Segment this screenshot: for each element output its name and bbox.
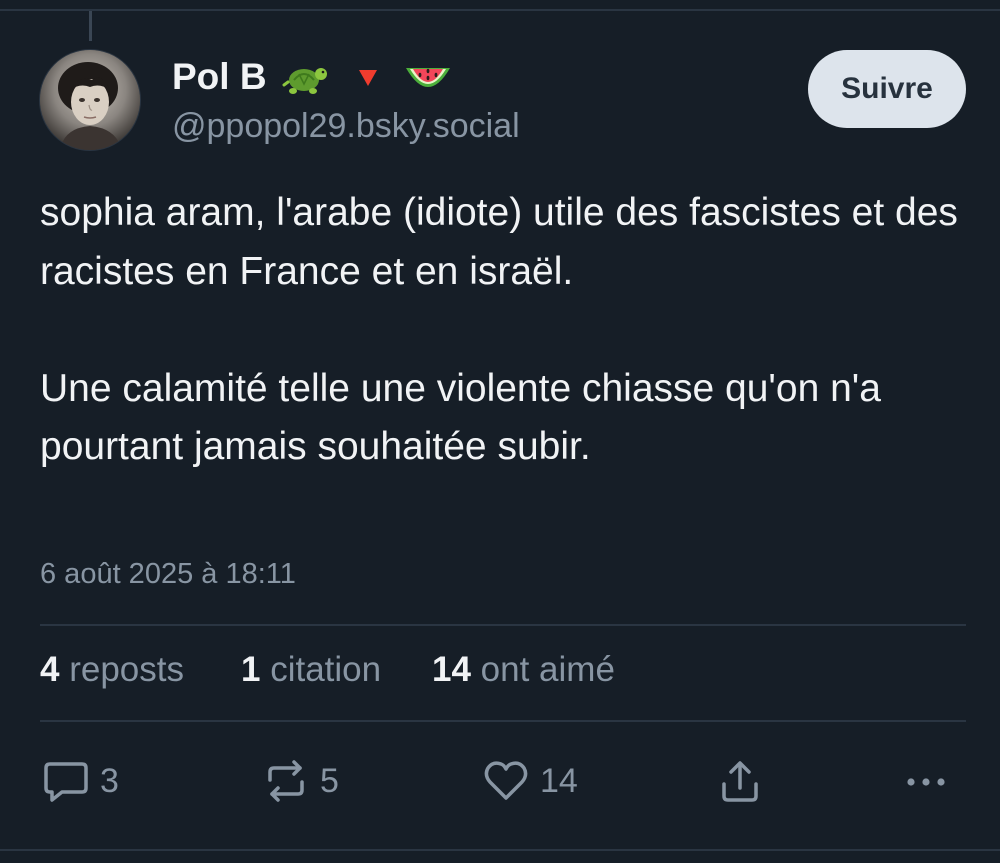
reposts-stat[interactable]: 4 reposts xyxy=(40,650,184,690)
top-border xyxy=(0,9,1000,11)
share-icon xyxy=(722,761,758,802)
divider xyxy=(40,720,966,722)
like-button[interactable]: 14 xyxy=(482,756,578,806)
bottom-border xyxy=(0,849,1000,851)
author-handle[interactable]: @ppopol29.bsky.social xyxy=(172,107,520,146)
quotes-label: citation xyxy=(270,650,382,689)
likes-label: ont aimé xyxy=(480,650,615,689)
more-icon xyxy=(907,778,945,786)
avatar[interactable] xyxy=(40,50,140,150)
follow-button[interactable]: Suivre xyxy=(808,50,966,128)
reply-count: 3 xyxy=(100,761,119,800)
post-text: sophia aram, l'arabe (idiote) utile des … xyxy=(40,184,970,477)
author-display-name[interactable]: Pol B xyxy=(172,56,267,98)
repost-button[interactable]: 5 xyxy=(262,756,339,806)
thread-line xyxy=(89,11,92,41)
likes-count: 14 xyxy=(432,650,471,689)
avatar-photo xyxy=(40,50,140,150)
more-options-button[interactable] xyxy=(902,756,950,806)
repost-count: 5 xyxy=(320,761,339,800)
repost-icon xyxy=(268,760,304,802)
quotes-count: 1 xyxy=(241,650,261,689)
quotes-stat[interactable]: 1 citation xyxy=(241,650,381,690)
likes-stat[interactable]: 14 ont aimé xyxy=(432,650,615,690)
reposts-label: reposts xyxy=(69,650,184,689)
reposts-count: 4 xyxy=(40,650,60,689)
post-timestamp[interactable]: 6 août 2025 à 18:11 xyxy=(40,558,296,591)
watermelon-icon xyxy=(402,58,454,98)
share-button[interactable] xyxy=(716,756,764,806)
turtle-icon xyxy=(282,58,328,98)
comment-icon xyxy=(44,762,88,802)
red-triangle-icon xyxy=(346,58,390,98)
heart-icon xyxy=(484,761,528,800)
post-paragraph: Une calamité telle une violente chiasse … xyxy=(40,366,881,469)
like-count: 14 xyxy=(540,761,578,800)
post-paragraph: sophia aram, l'arabe (idiote) utile des … xyxy=(40,191,958,293)
divider xyxy=(40,624,966,626)
reply-button[interactable]: 3 xyxy=(42,756,119,806)
